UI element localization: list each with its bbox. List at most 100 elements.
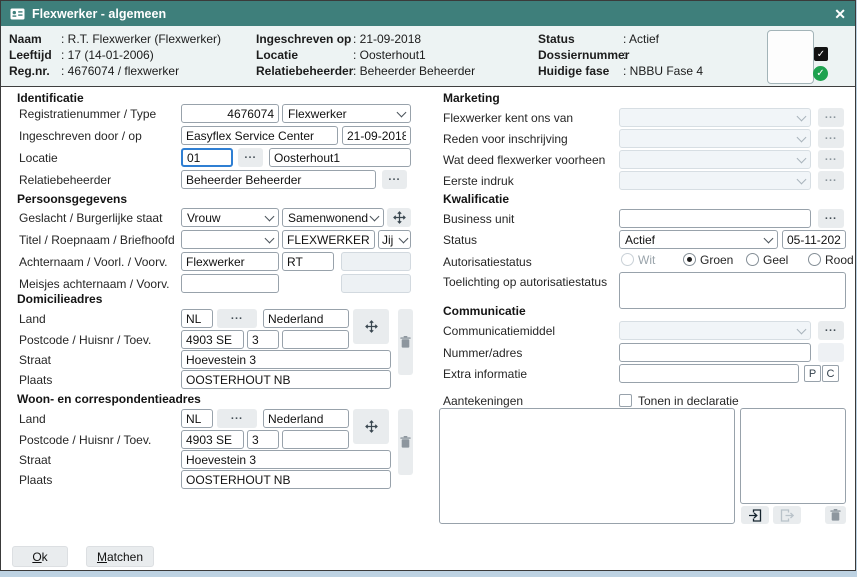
header-label-relatiebeheerder: Relatiebeheerder [256, 64, 353, 78]
toelichting-textarea[interactable] [619, 272, 846, 309]
radio-rood[interactable] [808, 253, 821, 266]
land-naam-woon-input[interactable] [263, 409, 349, 428]
move-button[interactable] [387, 208, 411, 227]
chevron-down-icon [797, 324, 807, 334]
checked-checkbox-icon[interactable]: ✓ [814, 47, 828, 61]
delete-domicilieadres-button[interactable] [398, 309, 413, 375]
type-select[interactable]: Flexwerker [282, 104, 411, 123]
locatie-code-input[interactable] [181, 148, 233, 167]
straat-woon-input[interactable] [181, 450, 391, 469]
land-code-input[interactable] [181, 309, 213, 328]
header-label-status: Status [538, 32, 575, 46]
header-value-dossiernummer: : [623, 48, 626, 62]
aantekeningen-list-box[interactable] [740, 408, 846, 504]
kent-ons-van-lookup-button[interactable]: ... [818, 108, 844, 127]
label-eerste-indruk: Eerste indruk [443, 174, 514, 188]
chevron-down-icon [764, 233, 774, 243]
relatiebeheerder-lookup-button[interactable]: ... [382, 170, 407, 189]
locatie-naam-input[interactable] [269, 148, 411, 167]
trash-icon [400, 336, 411, 348]
land-naam-input[interactable] [263, 309, 349, 328]
close-icon[interactable]: ✕ [834, 7, 846, 21]
chevron-down-icon [265, 233, 275, 243]
header-label-huidige-fase: Huidige fase [538, 64, 609, 78]
note-delete-button[interactable] [825, 506, 846, 524]
geslacht-select[interactable]: Vrouw [181, 208, 279, 227]
land-woon-lookup-button[interactable]: ... [217, 409, 257, 428]
label-postcode-huisnr-toev: Postcode / Huisnr / Toev. [19, 333, 151, 347]
communicatiemiddel-lookup-button[interactable]: ... [818, 321, 844, 340]
label-postcode-woon: Postcode / Huisnr / Toev. [19, 433, 151, 447]
header-value-regnr: : 4676074 / flexwerker [61, 64, 179, 78]
relatiebeheerder-input[interactable] [181, 170, 376, 189]
business-unit-input[interactable] [619, 209, 811, 228]
move-icon [365, 320, 378, 333]
land-code-woon-input[interactable] [181, 409, 213, 428]
p-button[interactable]: P [804, 365, 821, 382]
ingeschreven-op-input[interactable] [342, 126, 411, 145]
label-reden-inschrijving: Reden voor inschrijving [443, 132, 568, 146]
ellipsis-icon: ... [825, 326, 837, 334]
delete-woonadres-button[interactable] [398, 409, 413, 475]
note-export-button[interactable] [773, 506, 801, 524]
header-label-locatie: Locatie [256, 48, 298, 62]
move-icon [365, 420, 378, 433]
header-label-ingeschreven-op: Ingeschreven op [256, 32, 351, 46]
reden-inschrijving-select[interactable] [619, 129, 811, 148]
land-lookup-button[interactable]: ... [217, 309, 257, 328]
nummer-adres-input[interactable] [619, 343, 811, 362]
voorletters-input[interactable] [282, 252, 334, 271]
ingeschreven-door-input[interactable] [181, 126, 338, 145]
plaats-input[interactable] [181, 370, 391, 389]
huisnr-woon-input[interactable] [247, 430, 279, 449]
burgerlijke-staat-select[interactable]: Samenwonend [282, 208, 384, 227]
straat-input[interactable] [181, 350, 391, 369]
c-button[interactable]: C [822, 365, 839, 382]
move-woonadres-button[interactable] [353, 409, 389, 444]
toevoeging-woon-input[interactable] [282, 430, 349, 449]
meisjes-achternaam-input[interactable] [181, 274, 279, 293]
voorheen-lookup-button[interactable]: ... [818, 150, 844, 169]
postcode-input[interactable] [181, 330, 244, 349]
tonen-in-declaratie-checkbox[interactable] [619, 394, 632, 407]
move-address-button[interactable] [353, 309, 389, 344]
status-datum-input[interactable] [782, 230, 846, 249]
briefhoofd-select[interactable]: Jij [378, 230, 411, 249]
registratienummer-input[interactable] [181, 104, 279, 123]
kent-ons-van-select[interactable] [619, 108, 811, 127]
chevron-down-icon [797, 132, 807, 142]
header-value-status: : Actief [623, 32, 659, 46]
reden-inschrijving-lookup-button[interactable]: ... [818, 129, 844, 148]
toevoeging-input[interactable] [282, 330, 349, 349]
radio-groen[interactable] [683, 253, 696, 266]
communicatiemiddel-select[interactable] [619, 321, 811, 340]
huisnr-input[interactable] [247, 330, 279, 349]
radio-wit-label: Wit [638, 253, 655, 267]
aantekeningen-textarea[interactable] [439, 408, 735, 524]
status-ok-icon: ✓ [813, 66, 828, 81]
postcode-woon-input[interactable] [181, 430, 244, 449]
radio-geel[interactable] [746, 253, 759, 266]
business-unit-lookup-button[interactable]: ... [818, 209, 844, 228]
locatie-lookup-button[interactable]: ... [238, 148, 263, 167]
matchen-button[interactable]: Matchen [86, 546, 154, 567]
label-achternaam-voorl-voorv: Achternaam / Voorl. / Voorv. [19, 255, 168, 269]
label-registratienummer-type: Registratienummer / Type [19, 107, 156, 121]
ok-button[interactable]: Ok [12, 546, 68, 567]
eerste-indruk-lookup-button[interactable]: ... [818, 171, 844, 190]
move-icon [393, 211, 406, 224]
photo-placeholder[interactable] [767, 30, 814, 84]
voorvoegsel-input [341, 252, 411, 271]
label-straat-woon: Straat [19, 453, 51, 467]
note-import-button[interactable] [741, 506, 769, 524]
extra-informatie-input[interactable] [619, 364, 799, 383]
roepnaam-input[interactable] [282, 230, 375, 249]
voorheen-select[interactable] [619, 150, 811, 169]
plaats-woon-input[interactable] [181, 470, 391, 489]
status-select[interactable]: Actief [619, 230, 778, 249]
achternaam-input[interactable] [181, 252, 279, 271]
eerste-indruk-select[interactable] [619, 171, 811, 190]
label-straat: Straat [19, 353, 51, 367]
titel-select[interactable] [181, 230, 279, 249]
label-locatie: Locatie [19, 151, 58, 165]
